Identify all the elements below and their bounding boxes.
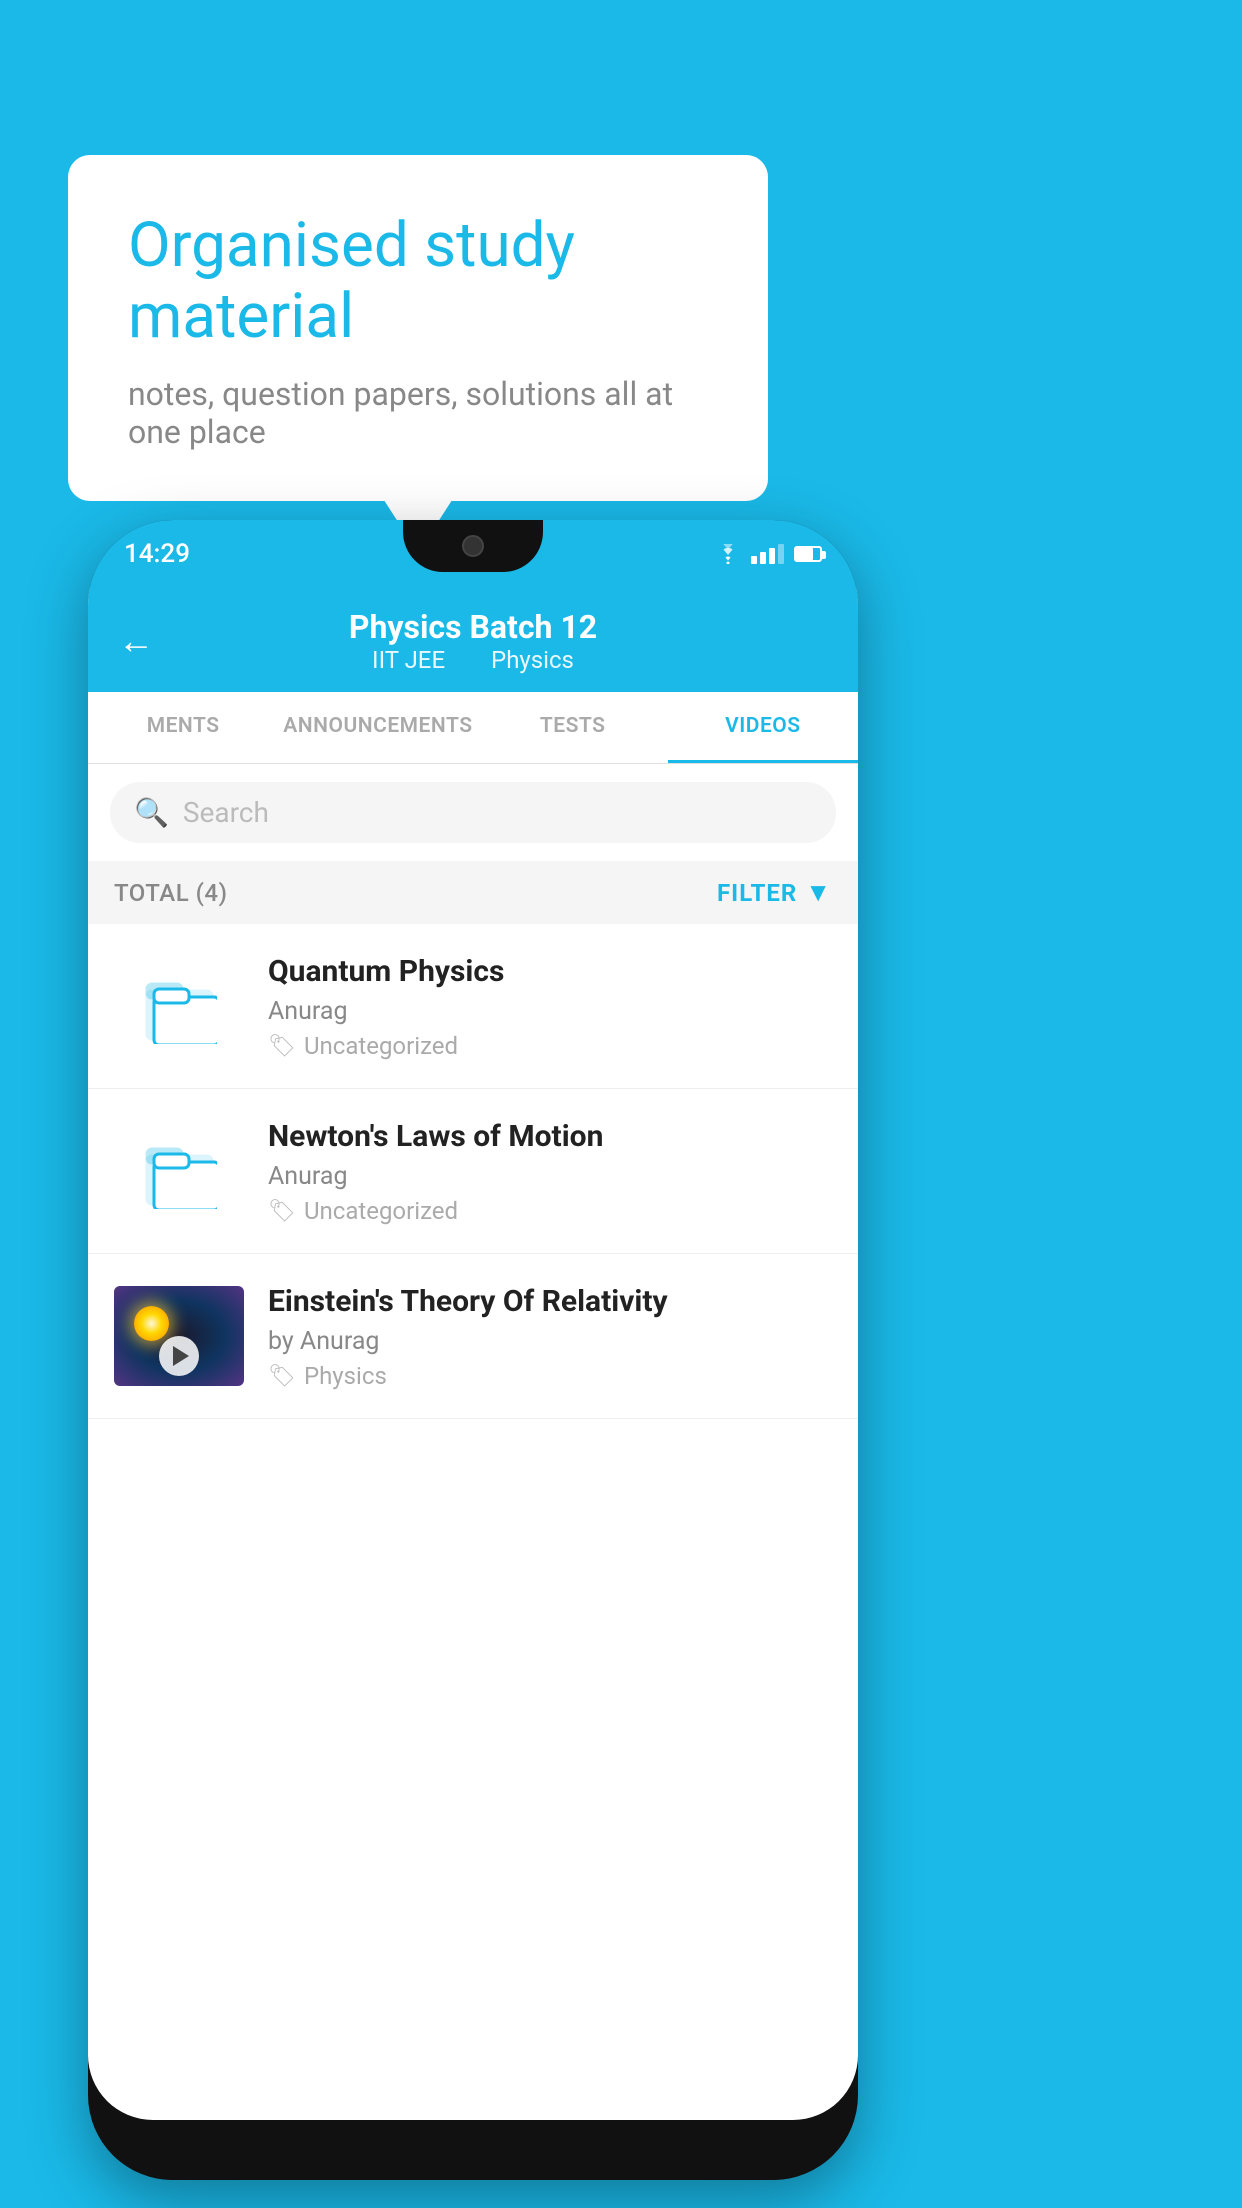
header-title: Physics Batch 12 [174,608,772,646]
item-author: Anurag [268,1162,832,1191]
tabs-bar: MENTS ANNOUNCEMENTS TESTS VIDEOS [88,692,858,764]
front-camera [462,535,484,557]
folder-icon [142,1134,217,1209]
item-title: Newton's Laws of Motion [268,1117,832,1156]
filter-label: FILTER [717,879,797,907]
wifi-icon [715,544,741,564]
speech-bubble-subtitle: notes, question papers, solutions all at… [128,375,708,451]
item-author: Anurag [268,997,832,1026]
tab-videos[interactable]: VIDEOS [668,692,858,763]
list-item[interactable]: Einstein's Theory Of Relativity by Anura… [88,1254,858,1419]
notch [403,520,543,572]
tag-label: Uncategorized [304,1197,458,1225]
status-time: 14:29 [124,539,190,569]
search-icon: 🔍 [134,796,169,829]
speech-bubble: Organised study material notes, question… [68,155,768,501]
phone-screen: ← Physics Batch 12 IIT JEE Physics MENTS… [88,588,858,2120]
battery-icon [794,546,822,562]
header-subtitle: IIT JEE Physics [174,646,772,674]
video-list: Quantum Physics Anurag 🏷 Uncategorized [88,924,858,1419]
item-tag: 🏷 Uncategorized [268,1032,832,1060]
item-info: Einstein's Theory Of Relativity by Anura… [268,1282,832,1390]
subtitle-physics: Physics [491,646,574,674]
play-button[interactable] [159,1336,199,1376]
tag-icon: 🏷 [268,1364,296,1389]
app-header: ← Physics Batch 12 IIT JEE Physics [88,588,858,692]
item-thumbnail-placeholder [114,956,244,1056]
phone-bottom-bar [88,2120,858,2180]
tag-icon: 🏷 [268,1034,296,1059]
search-input[interactable]: Search [183,796,269,829]
tag-label: Physics [304,1362,387,1390]
folder-icon [142,969,217,1044]
header-center: Physics Batch 12 IIT JEE Physics [174,608,772,674]
tag-icon: 🏷 [268,1199,296,1224]
search-bar[interactable]: 🔍 Search [110,782,836,843]
speech-bubble-title: Organised study material [128,210,708,353]
item-title: Quantum Physics [268,952,832,991]
tab-ments[interactable]: MENTS [88,692,278,763]
item-thumbnail [114,1286,244,1386]
subtitle-iitjee: IIT JEE [372,646,445,674]
signal-icon [751,544,784,564]
search-container: 🔍 Search [88,764,858,861]
list-item[interactable]: Quantum Physics Anurag 🏷 Uncategorized [88,924,858,1089]
tab-tests[interactable]: TESTS [478,692,668,763]
tag-label: Uncategorized [304,1032,458,1060]
item-tag: 🏷 Physics [268,1362,832,1390]
speech-bubble-container: Organised study material notes, question… [68,155,768,501]
item-info: Quantum Physics Anurag 🏷 Uncategorized [268,952,832,1060]
filter-bar: TOTAL (4) FILTER ▼ [88,861,858,924]
item-title: Einstein's Theory Of Relativity [268,1282,832,1321]
play-icon [173,1346,189,1366]
tab-announcements[interactable]: ANNOUNCEMENTS [278,692,477,763]
filter-button[interactable]: FILTER ▼ [717,877,832,908]
item-info: Newton's Laws of Motion Anurag 🏷 Uncateg… [268,1117,832,1225]
status-bar: 14:29 [88,520,858,588]
item-author: by Anurag [268,1327,832,1356]
back-button[interactable]: ← [118,620,154,662]
item-thumbnail-placeholder [114,1121,244,1221]
total-count: TOTAL (4) [114,879,227,907]
status-icons [715,544,822,564]
phone-frame: 14:29 [88,520,858,2180]
list-item[interactable]: Newton's Laws of Motion Anurag 🏷 Uncateg… [88,1089,858,1254]
item-tag: 🏷 Uncategorized [268,1197,832,1225]
filter-icon: ▼ [805,877,832,908]
